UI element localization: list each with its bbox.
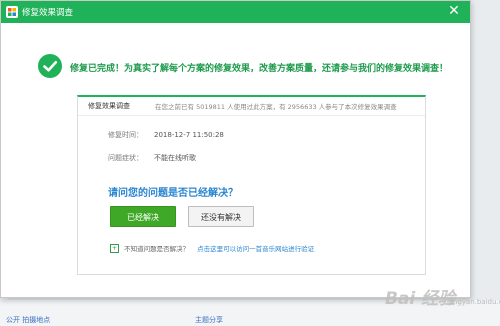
- symptom-value: 不能在线听歌: [154, 154, 196, 162]
- survey-question: 请问您的问题是否已经解决？: [108, 188, 238, 199]
- card-title: 修复效果调查: [88, 102, 130, 110]
- survey-window: 修复效果调查 ✕ 修复已完成！为真实了解每个方案的修复效果，改善方案质量，还请参…: [0, 0, 471, 298]
- symptom-label: 问题症状：: [108, 154, 143, 162]
- completion-message: 修复已完成！为真实了解每个方案的修复效果，改善方案质量，还请参与我们的修复效果调…: [38, 54, 468, 80]
- not-solved-button[interactable]: 还没有解决: [188, 206, 254, 227]
- close-button[interactable]: ✕: [446, 3, 462, 20]
- survey-card: 修复效果调查 在您之前已有 5019811 人使用过此方案，有 2956633 …: [77, 95, 426, 275]
- app-grid-icon: [6, 6, 18, 18]
- repair-time-label: 修复时间：: [108, 131, 143, 139]
- title-bar[interactable]: 修复效果调查 ✕: [1, 1, 470, 23]
- verify-hint-text: 不知道问题是否解决？: [124, 245, 190, 253]
- watermark-text: Bai 经验: [385, 289, 456, 309]
- symptom-row: 问题症状： 不能在线听歌: [108, 153, 196, 163]
- background-link[interactable]: 主题分享: [195, 315, 223, 325]
- check-circle-icon: [38, 54, 62, 78]
- verify-hint: + 不知道问题是否解决？ 点击这里可以访问一首音乐网站进行验证: [110, 243, 314, 255]
- card-header: 修复效果调查 在您之前已有 5019811 人使用过此方案，有 2956633 …: [78, 97, 425, 116]
- solved-button[interactable]: 已经解决: [110, 206, 176, 227]
- repair-time-row: 修复时间： 2018-12-7 11:50:28: [108, 130, 224, 140]
- background-link[interactable]: 公开 拍摄地点: [6, 315, 50, 325]
- plus-square-icon: +: [110, 243, 119, 253]
- close-icon: ✕: [448, 3, 460, 19]
- verify-link[interactable]: 点击这里可以访问一首音乐网站进行验证: [197, 245, 314, 253]
- usage-stats: 在您之前已有 5019811 人使用过此方案，有 2956633 人参与了本次修…: [155, 103, 397, 111]
- headline-text: 修复已完成！为真实了解每个方案的修复效果，改善方案质量，还请参与我们的修复效果调…: [70, 64, 449, 74]
- watermark-subtext: jingyan.baidu.com: [449, 298, 500, 306]
- repair-time-value: 2018-12-7 11:50:28: [154, 131, 224, 139]
- window-title: 修复效果调查: [22, 8, 74, 18]
- watermark-logo: Bai 经验 jingyan.baidu.com: [385, 281, 500, 309]
